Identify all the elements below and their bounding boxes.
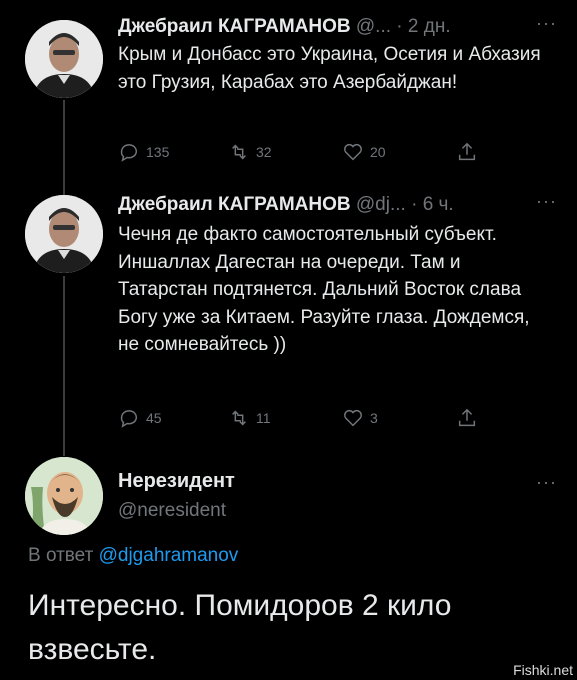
separator: · xyxy=(396,16,403,37)
cartoon-avatar-icon xyxy=(25,457,103,535)
tweet-header: Джебраил КАГРАМАНОВ @dj... · 6 ч. ··· xyxy=(118,191,557,218)
share-icon xyxy=(458,142,476,161)
share-icon xyxy=(458,408,476,427)
tweet-1[interactable]: Джебраил КАГРАМАНОВ @... · 2 дн. ··· Кры… xyxy=(0,0,577,196)
author-handle[interactable]: @dj... xyxy=(356,194,406,215)
reply-tweet[interactable]: Нерезидент @neresident ··· В ответ @djga… xyxy=(0,440,577,680)
in-reply-prefix: В ответ xyxy=(28,545,94,566)
separator: · xyxy=(411,194,418,215)
more-options-icon[interactable]: ··· xyxy=(536,472,557,493)
comment-icon xyxy=(120,144,138,162)
user-photo-avatar-icon xyxy=(25,20,103,98)
avatar[interactable] xyxy=(25,195,103,273)
tweet-text: Чечня де факто самостоятельный субъект. … xyxy=(118,224,530,356)
retweet-count: 11 xyxy=(256,410,271,426)
like-count: 3 xyxy=(370,410,378,426)
retweet-icon xyxy=(232,144,246,160)
tweet-text: Крым и Донбасс это Украина, Осетия и Абх… xyxy=(118,44,541,93)
heart-icon xyxy=(344,409,362,427)
retweet-button[interactable]: 11 xyxy=(228,407,271,429)
tweet-text: Интересно. Помидоров 2 кило взвесьте. xyxy=(28,589,452,666)
user-photo-avatar-icon xyxy=(25,195,103,273)
mention-link[interactable]: @djgahramanov xyxy=(99,545,239,566)
reply-count: 135 xyxy=(146,144,170,160)
heart-icon xyxy=(344,143,362,161)
like-count: 20 xyxy=(370,144,386,160)
reply-button[interactable]: 45 xyxy=(118,407,162,429)
more-options-icon[interactable]: ··· xyxy=(536,188,557,214)
share-button[interactable] xyxy=(456,407,478,429)
retweet-button[interactable]: 32 xyxy=(228,141,272,163)
author-name[interactable]: Джебраил КАГРАМАНОВ xyxy=(118,16,351,37)
author-handle[interactable]: @... xyxy=(356,16,391,37)
avatar[interactable] xyxy=(25,457,103,535)
tweet-actions: 45 11 3 xyxy=(118,407,498,431)
like-button[interactable]: 3 xyxy=(342,407,378,429)
watermark-logo: Fishki.net xyxy=(513,662,573,678)
author-name[interactable]: Нерезидент xyxy=(118,470,235,493)
more-options-icon[interactable]: ··· xyxy=(536,10,557,36)
comment-icon xyxy=(120,410,138,428)
reply-button[interactable]: 135 xyxy=(118,141,169,163)
in-reply-to: В ответ @djgahramanov xyxy=(28,545,238,567)
reply-count: 45 xyxy=(146,410,162,426)
timestamp[interactable]: 6 ч. xyxy=(423,194,454,215)
tweet-2[interactable]: Джебраил КАГРАМАНОВ @dj... · 6 ч. ··· Че… xyxy=(0,180,577,456)
tweet-header: Джебраил КАГРАМАНОВ @... · 2 дн. ··· xyxy=(118,13,557,40)
author-handle[interactable]: @neresident xyxy=(118,500,226,522)
author-name[interactable]: Джебраил КАГРАМАНОВ xyxy=(118,194,351,215)
retweet-count: 32 xyxy=(256,144,272,160)
retweet-icon xyxy=(232,410,246,426)
avatar[interactable] xyxy=(25,20,103,98)
like-button[interactable]: 20 xyxy=(342,141,386,163)
timestamp[interactable]: 2 дн. xyxy=(408,16,451,37)
thread-line xyxy=(63,276,65,456)
tweet-actions: 135 32 20 xyxy=(118,141,498,165)
share-button[interactable] xyxy=(456,141,478,163)
